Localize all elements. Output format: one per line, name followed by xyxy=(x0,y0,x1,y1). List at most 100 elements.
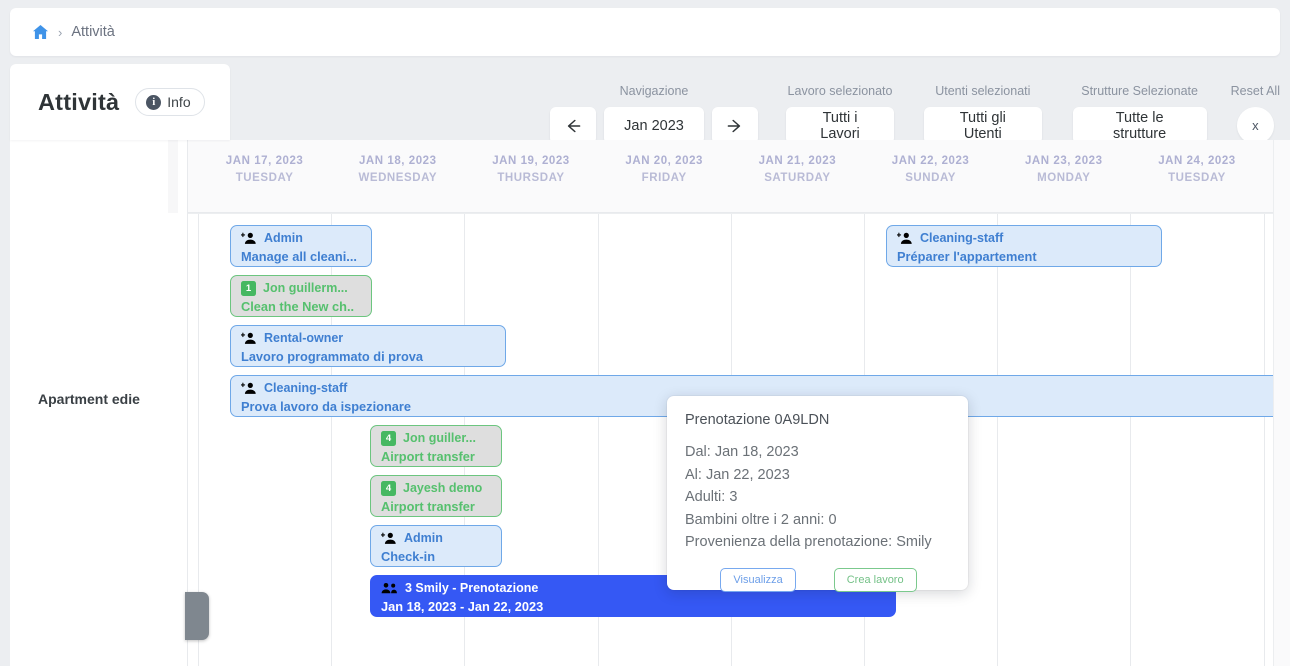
event-assignee: Cleaning-staff xyxy=(264,381,347,396)
event-task: Préparer l'appartement xyxy=(897,248,1161,265)
user-filter-group: Utenti selezionati Tutti gli Utenti xyxy=(924,84,1042,144)
next-month-button[interactable] xyxy=(712,107,758,144)
event-header: 4Jon guiller... xyxy=(381,430,501,447)
job-filter-button[interactable]: Tutti i Lavori xyxy=(786,107,894,144)
day-name: FRIDAY xyxy=(642,170,687,187)
event-header: Admin xyxy=(381,530,501,547)
calendar-event[interactable]: Cleaning-staff Préparer l'appartement xyxy=(886,225,1162,267)
event-task: Airport transfer xyxy=(381,448,501,465)
calendar-event[interactable]: Admin Check-in xyxy=(370,525,502,567)
day-column-header: JAN 20, 2023FRIDAY xyxy=(598,140,731,213)
prev-month-button[interactable] xyxy=(550,107,596,144)
tooltip-line: Al: Jan 22, 2023 xyxy=(685,464,952,487)
property-filter-group: Strutture Selezionate Tutte le strutture xyxy=(1073,84,1207,144)
horizontal-scroll-handle[interactable] xyxy=(185,592,209,640)
event-header: Rental-owner xyxy=(241,330,505,347)
vertical-scrollbar[interactable] xyxy=(1273,140,1290,666)
day-column-header: JAN 21, 2023SATURDAY xyxy=(731,140,864,213)
day-date: JAN 17, 2023 xyxy=(226,152,304,170)
breadcrumb-current[interactable]: Attività xyxy=(71,24,115,40)
event-header: Cleaning-staff xyxy=(897,230,1161,247)
day-column-header: JAN 18, 2023WEDNESDAY xyxy=(331,140,464,213)
reset-group: Reset All x xyxy=(1231,84,1280,144)
day-date: JAN 18, 2023 xyxy=(359,152,437,170)
arrow-left-icon xyxy=(563,116,583,136)
event-assignee: Rental-owner xyxy=(264,331,343,346)
tooltip-detail-lines: Dal: Jan 18, 2023Al: Jan 22, 2023Adulti:… xyxy=(685,441,952,554)
info-icon: i xyxy=(146,95,161,110)
arrow-right-icon xyxy=(725,116,745,136)
day-name: WEDNESDAY xyxy=(358,170,437,187)
day-name: MONDAY xyxy=(1037,170,1090,187)
day-date: JAN 23, 2023 xyxy=(1025,152,1103,170)
group-icon xyxy=(381,582,398,595)
day-name: TUESDAY xyxy=(236,170,294,187)
event-assignee: Admin xyxy=(264,231,303,246)
user-filter-caption: Utenti selezionati xyxy=(935,84,1030,98)
user-add-icon xyxy=(897,232,913,245)
resource-row-label[interactable]: Apartment edie xyxy=(38,391,188,407)
calendar-event[interactable]: Admin Manage all cleani... xyxy=(230,225,372,267)
page-title: Attività xyxy=(38,89,119,116)
resource-column: Apartment edie xyxy=(10,213,188,666)
event-task: Clean the New ch.. xyxy=(241,298,371,315)
home-icon[interactable] xyxy=(32,24,49,40)
view-booking-button[interactable]: Visualizza xyxy=(720,568,795,592)
calendar-event[interactable]: 1 Jon guillerm... Clean the New ch.. xyxy=(230,275,372,317)
day-name: TUESDAY xyxy=(1168,170,1226,187)
tooltip-line: Bambini oltre i 2 anni: 0 xyxy=(685,509,952,532)
job-filter-caption: Lavoro selezionato xyxy=(788,84,893,98)
event-assignee: Cleaning-staff xyxy=(920,231,1003,246)
calendar-event[interactable]: 4Jayesh demoAirport transfer xyxy=(370,475,502,517)
event-header: Cleaning-staff xyxy=(241,380,1280,397)
day-date: JAN 22, 2023 xyxy=(892,152,970,170)
day-date: JAN 20, 2023 xyxy=(625,152,703,170)
event-assignee: 3 Smily - Prenotazione xyxy=(405,581,538,596)
tooltip-actions: Visualizza Crea lavoro xyxy=(685,568,952,592)
event-assignee: Jon guillerm... xyxy=(263,281,348,296)
day-column-header: JAN 23, 2023MONDAY xyxy=(997,140,1130,213)
calendar-corner-cell xyxy=(10,140,188,213)
event-task: Airport transfer xyxy=(381,498,501,515)
day-date: JAN 21, 2023 xyxy=(759,152,837,170)
grid-vline xyxy=(997,213,998,666)
calendar-event[interactable]: Rental-ownerLavoro programmato di prova xyxy=(230,325,506,367)
calendar-header: JAN 17, 2023TUESDAYJAN 18, 2023WEDNESDAY… xyxy=(10,140,1280,213)
event-task: Jan 18, 2023 - Jan 22, 2023 xyxy=(381,598,895,615)
event-task: Manage all cleani... xyxy=(241,248,371,265)
user-add-icon xyxy=(241,232,257,245)
navigation-group: Navigazione Jan 2023 xyxy=(550,84,758,144)
breadcrumb: › Attività xyxy=(10,8,1280,56)
breadcrumb-separator: › xyxy=(58,25,62,40)
property-filter-caption: Strutture Selezionate xyxy=(1081,84,1198,98)
info-button[interactable]: i Info xyxy=(135,88,204,116)
info-button-label: Info xyxy=(167,94,190,110)
job-count-badge: 1 xyxy=(241,281,256,296)
day-column-header: JAN 24, 2023TUESDAY xyxy=(1130,140,1263,213)
event-header: Admin xyxy=(241,230,371,247)
day-column-header: JAN 22, 2023SUNDAY xyxy=(864,140,997,213)
calendar-event[interactable]: 4Jon guiller...Airport transfer xyxy=(370,425,502,467)
event-header: 4Jayesh demo xyxy=(381,480,501,497)
activity-calendar: JAN 17, 2023TUESDAYJAN 18, 2023WEDNESDAY… xyxy=(10,140,1280,666)
reset-all-button[interactable]: x xyxy=(1237,107,1274,144)
job-filter-group: Lavoro selezionato Tutti i Lavori xyxy=(786,84,894,144)
grid-vline xyxy=(1264,213,1265,666)
grid-vline xyxy=(1130,213,1131,666)
current-month-button[interactable]: Jan 2023 xyxy=(604,107,704,144)
user-filter-button[interactable]: Tutti gli Utenti xyxy=(924,107,1042,144)
tooltip-line: Dal: Jan 18, 2023 xyxy=(685,441,952,464)
create-job-button[interactable]: Crea lavoro xyxy=(834,568,917,592)
day-column-header: JAN 19, 2023THURSDAY xyxy=(464,140,597,213)
tooltip-title: Prenotazione 0A9LDN xyxy=(685,412,952,428)
day-date: JAN 19, 2023 xyxy=(492,152,570,170)
property-filter-button[interactable]: Tutte le strutture xyxy=(1073,107,1207,144)
home-icon-svg xyxy=(32,24,49,40)
page-title-card: Attività i Info xyxy=(10,64,230,140)
tooltip-line: Provenienza della prenotazione: Smily xyxy=(685,531,952,554)
event-assignee: Admin xyxy=(404,531,443,546)
user-add-icon xyxy=(241,382,257,395)
day-date: JAN 24, 2023 xyxy=(1158,152,1236,170)
grid-hline xyxy=(188,213,1280,214)
event-task: Check-in xyxy=(381,548,501,565)
